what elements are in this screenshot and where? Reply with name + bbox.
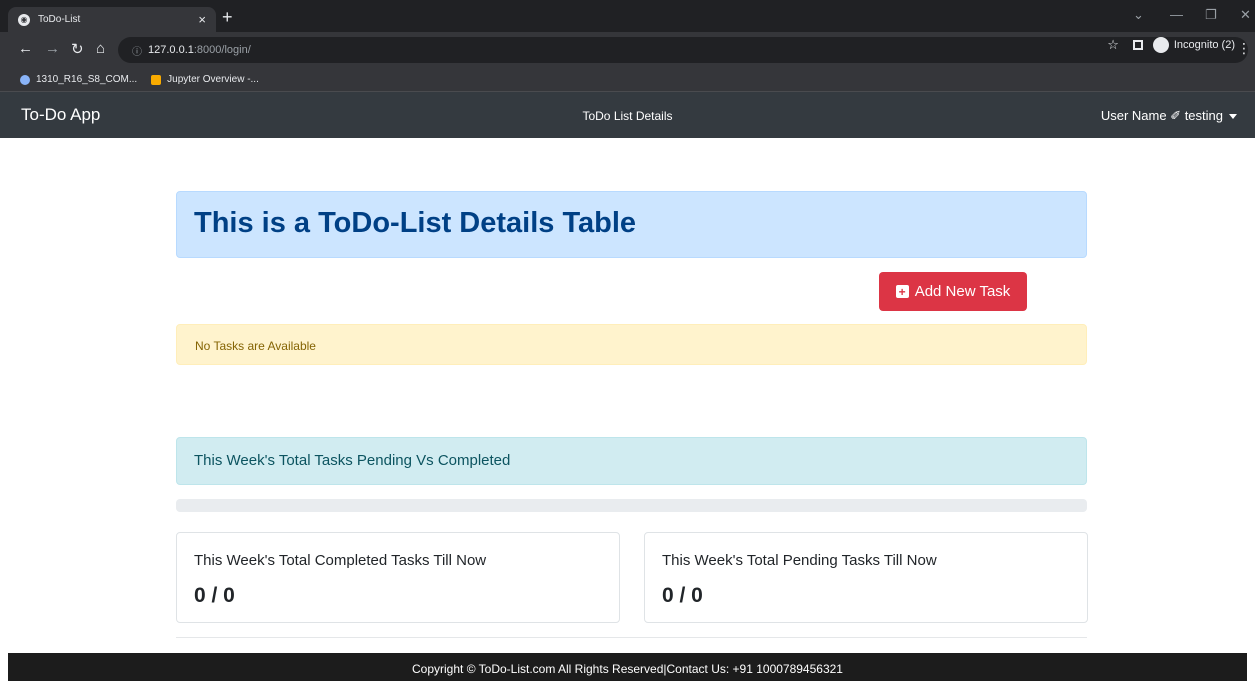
summary-alert: This Week's Total Tasks Pending Vs Compl… xyxy=(176,437,1087,485)
summary-heading: This Week's Total Tasks Pending Vs Compl… xyxy=(194,452,511,469)
footer: Copyright © ToDo-List.com All Rights Res… xyxy=(8,653,1247,681)
add-new-task-button[interactable]: + Add New Task xyxy=(879,272,1027,311)
url-path: :8000/login/ xyxy=(193,44,251,56)
add-button-label: Add New Task xyxy=(914,283,1011,300)
jupyter-icon xyxy=(151,74,162,85)
browser-tab[interactable]: ◉ ToDo-List × xyxy=(8,7,216,32)
globe-icon: ◉ xyxy=(18,13,30,26)
plus-square-icon: + xyxy=(895,285,909,298)
browser-window: ◉ ToDo-List × + ⌄ — ❐ ✕ ← → ↻ ⌂ ⓘ 127.0.… xyxy=(0,0,1255,681)
bookmark-globe-icon xyxy=(20,74,30,85)
card-title: This Week's Total Pending Tasks Till Now xyxy=(662,552,937,569)
close-tab-icon[interactable]: × xyxy=(198,12,206,27)
bookmark-item[interactable]: 1310_R16_S8_COM... xyxy=(20,74,137,85)
tab-title: ToDo-List xyxy=(38,14,81,25)
reload-icon[interactable]: ↻ xyxy=(71,40,84,58)
card-value: 0 / 0 xyxy=(662,584,703,607)
bookmark-label: Jupyter Overview -... xyxy=(167,74,259,85)
tasks-progress-bar xyxy=(176,499,1087,512)
back-icon[interactable]: ← xyxy=(18,40,33,57)
empty-message: No Tasks are Available xyxy=(195,339,316,353)
side-panel-icon[interactable] xyxy=(1132,40,1143,50)
nav-title-link[interactable]: ToDo List Details xyxy=(582,109,672,123)
new-tab-button[interactable]: + xyxy=(222,7,233,28)
user-menu-toggle[interactable]: User Name ✐ testing xyxy=(1101,108,1237,124)
app-navbar: To-Do App ToDo List Details User Name ✐ … xyxy=(0,92,1255,138)
bookmarks-bar: 1310_R16_S8_COM... Jupyter Overview -... xyxy=(0,68,1255,92)
tab-search-icon[interactable]: ⌄ xyxy=(1133,7,1144,23)
minimize-icon[interactable]: — xyxy=(1170,7,1183,22)
page-heading-alert: This is a ToDo-List Details Table xyxy=(176,191,1087,258)
browser-menu-icon[interactable]: ⋮ xyxy=(1237,40,1251,57)
bookmark-item[interactable]: Jupyter Overview -... xyxy=(151,74,259,85)
forward-icon[interactable]: → xyxy=(45,40,60,57)
profile-label[interactable]: Incognito (2) xyxy=(1174,39,1235,51)
divider xyxy=(176,637,1087,638)
card-value: 0 / 0 xyxy=(194,584,235,607)
caret-down-icon xyxy=(1229,114,1237,120)
toolbar-actions: ☆ Incognito (2) xyxy=(1107,37,1235,53)
url-host: 127.0.0.1 xyxy=(148,44,194,56)
restore-icon[interactable]: ❐ xyxy=(1205,7,1217,23)
address-bar[interactable]: ⓘ 127.0.0.1:8000/login/ xyxy=(118,37,1248,63)
completed-tasks-card: This Week's Total Completed Tasks Till N… xyxy=(176,532,620,623)
tab-strip: ◉ ToDo-List × + ⌄ — ❐ ✕ xyxy=(0,0,1255,32)
footer-text: Copyright © ToDo-List.com All Rights Res… xyxy=(412,662,843,676)
bookmark-label: 1310_R16_S8_COM... xyxy=(36,74,138,85)
close-window-icon[interactable]: ✕ xyxy=(1240,7,1251,23)
home-icon[interactable]: ⌂ xyxy=(96,40,105,57)
card-title: This Week's Total Completed Tasks Till N… xyxy=(194,552,487,569)
pending-tasks-card: This Week's Total Pending Tasks Till Now… xyxy=(644,532,1088,623)
bookmark-star-icon[interactable]: ☆ xyxy=(1107,37,1119,53)
page-title: This is a ToDo-List Details Table xyxy=(194,207,637,239)
nav-title: ToDo List Details xyxy=(0,109,1255,123)
user-label: User Name ✐ testing xyxy=(1100,108,1223,123)
site-info-icon[interactable]: ⓘ xyxy=(132,43,142,58)
incognito-icon[interactable] xyxy=(1152,37,1169,53)
toolbar: ← → ↻ ⌂ ⓘ 127.0.0.1:8000/login/ ☆ Incogn… xyxy=(0,32,1255,68)
no-tasks-alert: No Tasks are Available xyxy=(176,324,1087,365)
